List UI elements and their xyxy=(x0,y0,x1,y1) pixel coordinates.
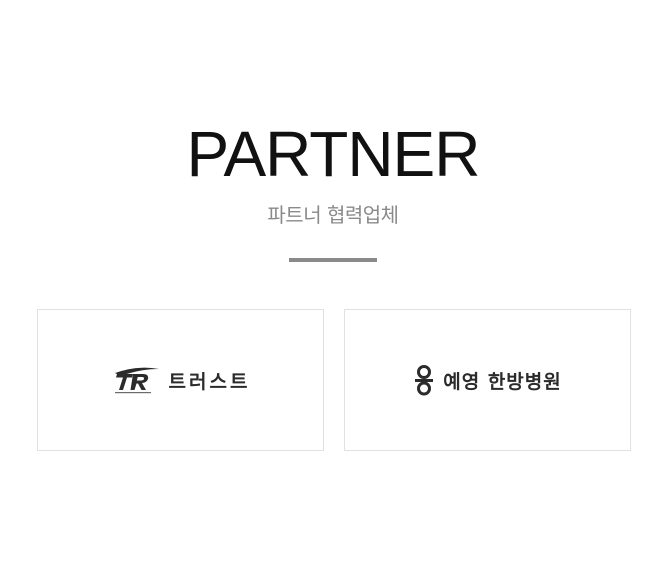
yeyoung-logo-icon xyxy=(415,365,434,396)
tr-logo-icon xyxy=(114,367,159,394)
partner-name-trust: 트러스트 xyxy=(168,370,251,393)
partner-name-yeyoung: 예영 한방병원 xyxy=(443,370,562,393)
partner-section: PARTNER 파트너 협력업체 트러스트 예영 한방병원 xyxy=(0,0,666,568)
partner-card-trust[interactable]: 트러스트 xyxy=(37,309,324,451)
partner-card-yeyoung[interactable]: 예영 한방병원 xyxy=(344,309,631,451)
section-subtitle: 파트너 협력업체 xyxy=(267,203,399,227)
title-divider xyxy=(289,258,377,262)
partner-logo-yeyoung: 예영 한방병원 xyxy=(413,364,562,396)
section-title: PARTNER xyxy=(186,118,481,190)
partner-logo-trust: 트러스트 xyxy=(111,365,251,395)
